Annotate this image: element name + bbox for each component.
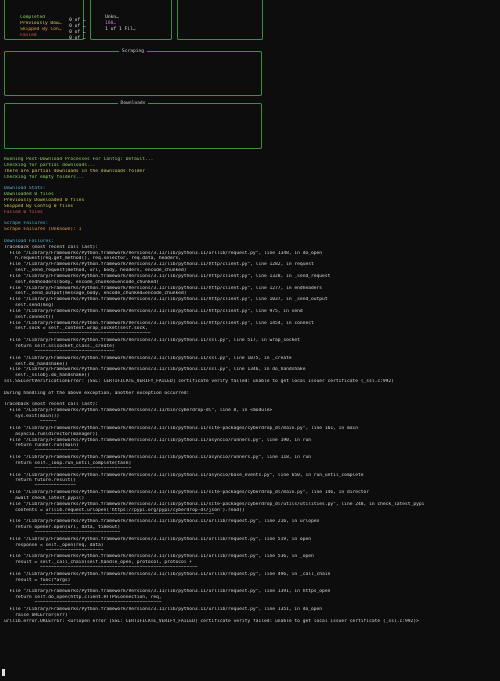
stat-label: Unkn… — [105, 14, 119, 20]
stat-count: 1 of 1 Fil… — [105, 26, 136, 32]
console-line: urllib.error.URLError: <urlopen error [S… — [4, 618, 419, 624]
stat-percent: 100… — [105, 20, 117, 26]
files-stats-panel: Completed0 of … Previously Dow…0 of … Sk… — [4, 0, 86, 41]
stat-label: Failed — [20, 32, 37, 38]
scraping-panel: Scraping — [4, 49, 262, 96]
stat-value: 0 of … — [69, 35, 86, 41]
stat-failed: Failed 0 of … — [9, 27, 87, 48]
downloads-panel: Downloads — [4, 101, 262, 149]
console-output: Running Post-Download Processes For Conf… — [4, 157, 496, 625]
scraping-title: Scraping — [118, 49, 148, 54]
extra-stats-panel — [177, 0, 263, 40]
stat-unknown: Unkn… 100… 1 of 1 Fil… — [94, 9, 170, 39]
downloads-title: Downloads — [117, 101, 149, 106]
terminal-cursor — [2, 669, 5, 676]
scrape-stats-panel: Unkn… 100… 1 of 1 Fil… — [90, 0, 172, 40]
console-line: File "/Library/Frameworks/Python.framewo… — [4, 501, 425, 507]
